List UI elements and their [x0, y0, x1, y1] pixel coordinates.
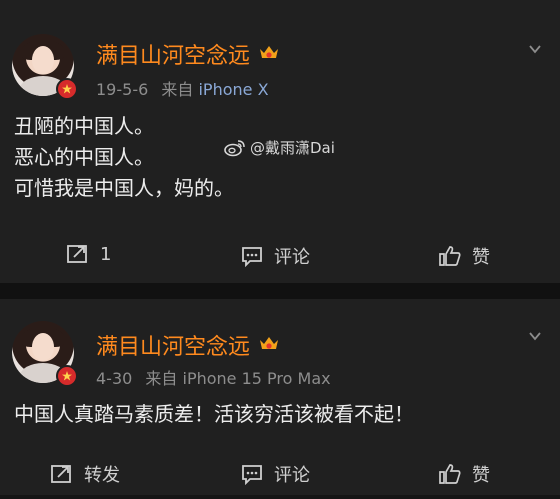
weibo-logo-icon [224, 139, 245, 156]
comment-label: 评论 [274, 465, 310, 486]
repost-button[interactable]: 转发 [50, 461, 120, 487]
repost-label: 转发 [84, 465, 120, 486]
comment-button[interactable]: 评论 [240, 461, 310, 487]
comment-button[interactable]: 评论 [240, 243, 310, 269]
username[interactable]: 满目山河空念远 [96, 38, 250, 70]
post-date: 4-30 [96, 369, 133, 388]
post-separator [0, 283, 560, 299]
weibo-post: 满目山河空念远 4-30 来自 iPhone 15 Pro Max 中国人真踏马… [0, 299, 560, 495]
vip-crown-icon [260, 46, 278, 58]
action-bar: 1 评论 赞 [0, 231, 560, 281]
content-line: 恶心的中国人。 [14, 145, 154, 169]
content-line: 丑陋的中国人。 [14, 114, 154, 138]
repost-icon [51, 465, 71, 483]
post-source-label: 来自 [145, 369, 178, 388]
repost-count: 1 [100, 243, 112, 265]
post-meta: 19-5-6 来自 iPhone X [96, 76, 269, 100]
repost-button[interactable]: 1 [66, 243, 111, 265]
like-label: 赞 [472, 247, 490, 268]
watermark-text: @戴雨潇Dai [250, 139, 335, 157]
post-content: 丑陋的中国人。 恶心的中国人。 可惜我是中国人，妈的。 [14, 111, 234, 204]
comment-icon [242, 465, 262, 485]
post-content: 中国人真踏马素质差！活该穷活该被看不起！ [14, 399, 414, 430]
repost-icon [67, 245, 87, 263]
like-button[interactable]: 赞 [438, 243, 490, 269]
comment-label: 评论 [274, 247, 310, 268]
like-label: 赞 [472, 465, 490, 486]
post-date: 19-5-6 [96, 80, 149, 99]
action-bar: 转发 评论 赞 [0, 449, 560, 499]
post-device[interactable]: iPhone X [198, 80, 268, 99]
vip-crown-icon [260, 337, 278, 349]
chevron-down-icon[interactable] [528, 329, 542, 343]
username[interactable]: 满目山河空念远 [96, 329, 250, 361]
post-device[interactable]: iPhone 15 Pro Max [183, 369, 331, 388]
post-source-label: 来自 [161, 80, 194, 99]
like-button[interactable]: 赞 [438, 461, 490, 487]
verified-badge-icon [56, 365, 78, 387]
chevron-down-icon[interactable] [528, 42, 542, 56]
content-line: 可惜我是中国人，妈的。 [14, 176, 234, 200]
weibo-watermark: @戴雨潇Dai [224, 137, 335, 158]
comment-icon [242, 247, 262, 267]
thumbs-up-icon [439, 464, 461, 484]
post-meta: 4-30 来自 iPhone 15 Pro Max [96, 365, 331, 389]
thumbs-up-icon [439, 246, 461, 266]
verified-badge-icon [56, 78, 78, 100]
content-line: 中国人真踏马素质差！活该穷活该被看不起！ [14, 402, 414, 426]
